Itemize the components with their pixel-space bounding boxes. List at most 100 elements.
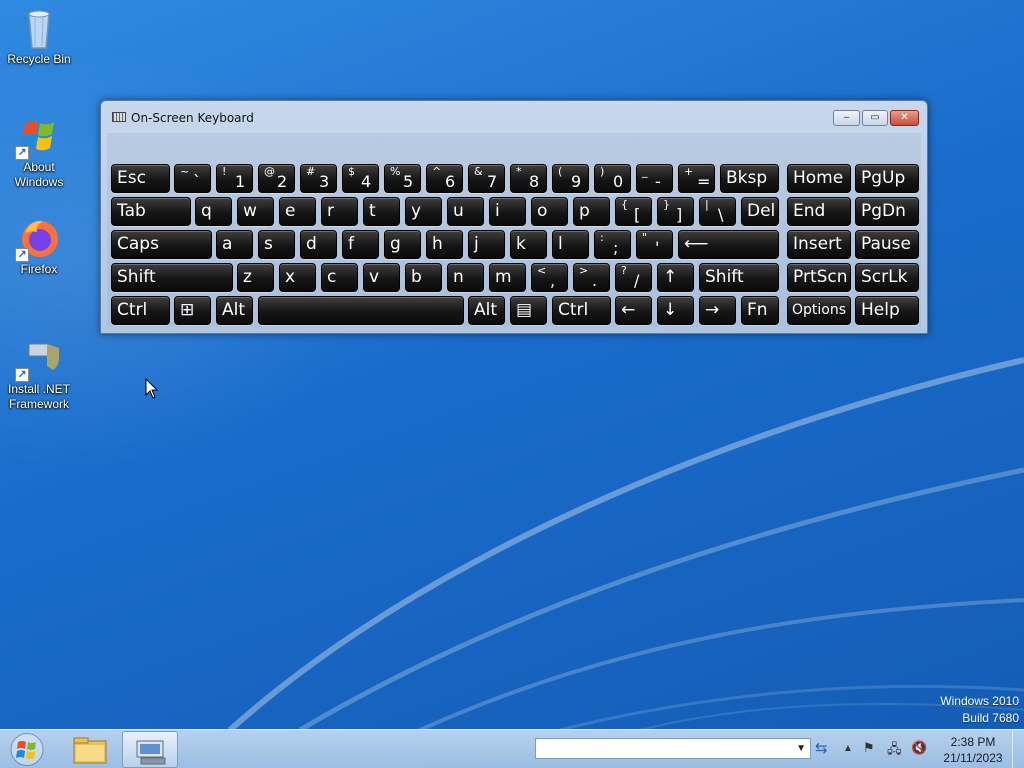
- key-e[interactable]: e: [279, 197, 316, 226]
- key-f[interactable]: f: [342, 230, 379, 259]
- key-insert[interactable]: Insert: [787, 230, 851, 259]
- key-equals[interactable]: + =: [678, 164, 715, 193]
- key-x[interactable]: x: [279, 263, 316, 292]
- key-i[interactable]: i: [489, 197, 526, 226]
- key-b[interactable]: b: [405, 263, 442, 292]
- taskbar-explorer-button[interactable]: [62, 731, 118, 768]
- minimize-button[interactable]: –: [833, 110, 860, 126]
- key-y[interactable]: y: [405, 197, 442, 226]
- key-pgup[interactable]: PgUp: [855, 164, 919, 193]
- key-bksp[interactable]: Bksp: [720, 164, 779, 193]
- key-del[interactable]: Del: [741, 197, 779, 226]
- key-shift[interactable]: Shift: [699, 263, 779, 292]
- key-tab[interactable]: Tab: [111, 197, 191, 226]
- address-input[interactable]: [536, 739, 786, 758]
- key-u[interactable]: u: [447, 197, 484, 226]
- key-minus[interactable]: _ -: [636, 164, 673, 193]
- key-0[interactable]: ) 0: [594, 164, 631, 193]
- network-icon[interactable]: 🖧: [887, 740, 902, 762]
- key-end[interactable]: End: [787, 197, 851, 226]
- key-6[interactable]: ^ 6: [426, 164, 463, 193]
- key-3[interactable]: #3: [300, 164, 337, 193]
- close-button[interactable]: ✕: [890, 110, 919, 126]
- key-slash[interactable]: ? /: [615, 263, 652, 292]
- desktop-icon-about-windows[interactable]: ↗ About Windows: [1, 114, 77, 190]
- show-desktop-button[interactable]: [1012, 730, 1024, 768]
- desktop-icon-firefox[interactable]: ↗ Firefox: [1, 216, 77, 277]
- key-o[interactable]: o: [531, 197, 568, 226]
- key-rbracket[interactable]: }]: [657, 197, 694, 226]
- refresh-icon[interactable]: ⇆: [815, 739, 828, 757]
- chevron-down-icon[interactable]: ▼: [796, 743, 806, 754]
- key-c[interactable]: c: [321, 263, 358, 292]
- key-ctrl[interactable]: Ctrl: [552, 296, 611, 325]
- key-scrlk[interactable]: ScrLk: [855, 263, 919, 292]
- taskbar-address-bar[interactable]: ▼: [535, 738, 811, 759]
- key-z[interactable]: z: [237, 263, 274, 292]
- start-button[interactable]: [4, 732, 50, 767]
- key-alt[interactable]: Alt: [216, 296, 253, 325]
- key-r[interactable]: r: [321, 197, 358, 226]
- key-semicolon[interactable]: :;: [594, 230, 631, 259]
- key-fn[interactable]: Fn: [741, 296, 779, 325]
- key-p[interactable]: p: [573, 197, 610, 226]
- key-options[interactable]: Options: [787, 296, 851, 325]
- key-alt[interactable]: Alt: [468, 296, 505, 325]
- osk-titlebar[interactable]: On-Screen Keyboard – ▭ ✕: [101, 101, 927, 133]
- key-lbracket[interactable]: {[: [615, 197, 652, 226]
- volume-muted-icon[interactable]: 🔇: [911, 740, 927, 756]
- desktop-icon-recycle-bin[interactable]: Recycle Bin: [1, 6, 77, 67]
- key-enter[interactable]: ⟵: [678, 230, 779, 259]
- key-esc[interactable]: Esc: [111, 164, 170, 193]
- key-caps[interactable]: Caps: [111, 230, 212, 259]
- shortcut-arrow-icon: ↗: [15, 248, 29, 262]
- key-n[interactable]: n: [447, 263, 484, 292]
- key-8[interactable]: * 8: [510, 164, 547, 193]
- key-g[interactable]: g: [384, 230, 421, 259]
- key-up[interactable]: ↑: [657, 263, 694, 292]
- key-period[interactable]: >.: [573, 263, 610, 292]
- show-hidden-icons-icon[interactable]: ▲: [843, 743, 853, 754]
- key-m[interactable]: m: [489, 263, 526, 292]
- key-1[interactable]: ! 1: [216, 164, 253, 193]
- key-l[interactable]: l: [552, 230, 589, 259]
- key-backslash[interactable]: | \: [699, 197, 736, 226]
- key-k[interactable]: k: [510, 230, 547, 259]
- key-menu[interactable]: ▤: [510, 296, 547, 325]
- key-right[interactable]: →: [699, 296, 736, 325]
- key-q[interactable]: q: [195, 197, 232, 226]
- key-comma[interactable]: <,: [531, 263, 568, 292]
- key-2[interactable]: @2: [258, 164, 295, 193]
- key-windows[interactable]: ⊞: [174, 296, 211, 325]
- key-w[interactable]: w: [237, 197, 274, 226]
- maximize-button[interactable]: ▭: [862, 110, 888, 126]
- key-h[interactable]: h: [426, 230, 463, 259]
- clock[interactable]: 2:38 PM 21/11/2023: [938, 734, 1008, 766]
- key-pgdn[interactable]: PgDn: [855, 197, 919, 226]
- key-t[interactable]: t: [363, 197, 400, 226]
- key-home[interactable]: Home: [787, 164, 851, 193]
- key-d[interactable]: d: [300, 230, 337, 259]
- key-v[interactable]: v: [363, 263, 400, 292]
- key-pause[interactable]: Pause: [855, 230, 919, 259]
- key-a[interactable]: a: [216, 230, 253, 259]
- action-center-flag-icon[interactable]: ⚑: [863, 740, 875, 756]
- key-left[interactable]: ←: [615, 296, 652, 325]
- key-9[interactable]: (9: [552, 164, 589, 193]
- key-5[interactable]: % 5: [384, 164, 421, 193]
- key-s[interactable]: s: [258, 230, 295, 259]
- key-backtick[interactable]: ~ `: [174, 164, 211, 193]
- key-quote[interactable]: " ': [636, 230, 673, 259]
- key-label: Options: [792, 302, 847, 318]
- key-4[interactable]: $4: [342, 164, 379, 193]
- key-down[interactable]: ↓: [657, 296, 694, 325]
- key-j[interactable]: j: [468, 230, 505, 259]
- desktop-icon-install-dotnet[interactable]: ↗ Install .NET Framework: [1, 336, 77, 412]
- key-help[interactable]: Help: [855, 296, 919, 325]
- key-space[interactable]: [258, 296, 464, 325]
- taskbar-osk-button[interactable]: [122, 731, 178, 768]
- key-7[interactable]: & 7: [468, 164, 505, 193]
- key-ctrl[interactable]: Ctrl: [111, 296, 170, 325]
- key-shift[interactable]: Shift: [111, 263, 233, 292]
- key-prtscn[interactable]: PrtScn: [787, 263, 851, 292]
